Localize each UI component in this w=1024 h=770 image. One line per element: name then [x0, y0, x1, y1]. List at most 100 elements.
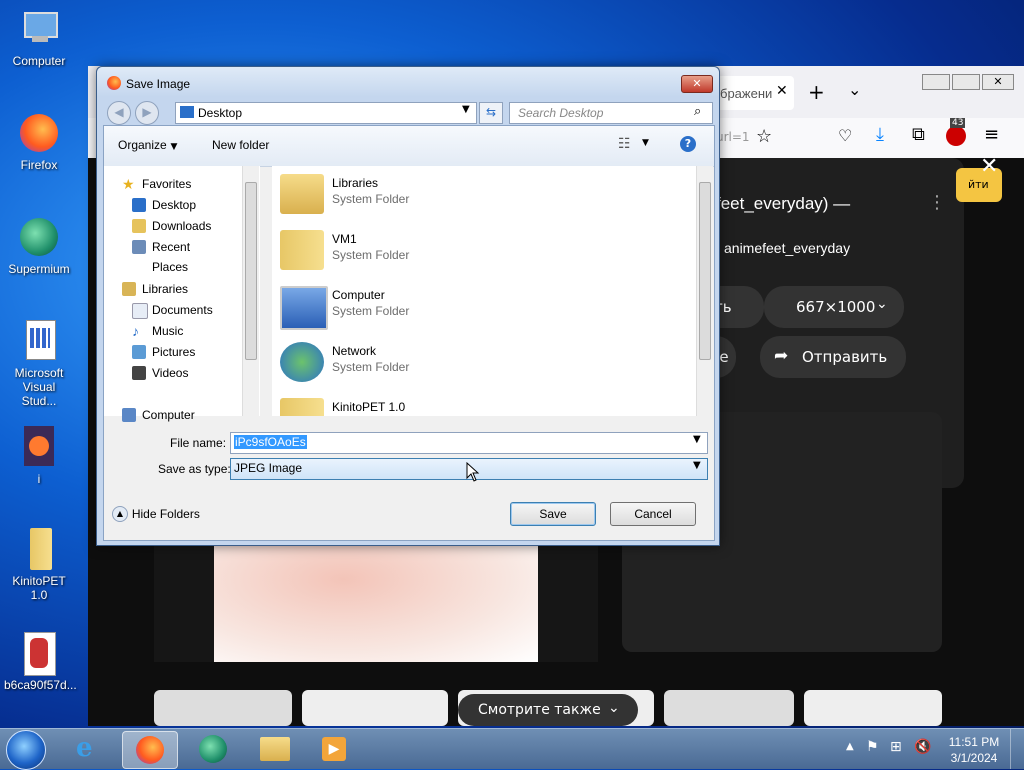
refresh-button[interactable]: ⇆ — [479, 102, 503, 124]
close-viewer-icon[interactable]: ✕ — [980, 154, 998, 179]
see-also-button[interactable]: Смотрите также ⌄ — [458, 694, 638, 726]
media-player-icon: ▶ — [322, 737, 346, 761]
desktop-icon-kinitopet[interactable]: KinitoPET 1.0 — [4, 528, 74, 602]
share-button[interactable]: ➦ Отправить — [760, 336, 906, 378]
action-center-flag-icon[interactable]: ⚑ — [866, 739, 879, 755]
volume-muted-icon[interactable]: 🔇 — [914, 739, 931, 755]
desktop-icon — [180, 106, 194, 118]
save-image-dialog: Save Image ✕ ◀ ▶ Desktop ▼ ⇆ Search Desk… — [96, 66, 720, 546]
taskbar-media-player[interactable]: ▶ — [308, 731, 362, 767]
mouse-cursor-icon — [466, 462, 480, 482]
image-title: feet_everyday) — — [716, 194, 851, 213]
desktop-icon-firefox[interactable]: Firefox — [4, 112, 74, 172]
chevron-down-icon[interactable]: ▼ — [642, 138, 649, 148]
address-bar[interactable]: Desktop ▼ — [175, 102, 477, 124]
navigation-pane: ★ Favorites Desktop Downloads Recent Pla… — [104, 166, 260, 422]
dialog-body: Organize ▼ New folder ☷ ▼ ? ★ Favorites … — [103, 125, 715, 541]
file-item-kinitopet[interactable]: KinitoPET 1.0 — [272, 392, 672, 416]
show-desktop-button[interactable] — [1010, 729, 1024, 769]
dialog-title-bar[interactable]: Save Image ✕ — [97, 67, 719, 97]
search-box[interactable]: Search Desktop ⌕ — [509, 102, 713, 124]
command-bar: Organize ▼ New folder ☷ ▼ ? — [104, 126, 714, 167]
nav-buttons: ◀ ▶ — [107, 101, 159, 125]
desktop-icon — [132, 198, 146, 212]
file-item-network[interactable]: Network System Folder — [272, 336, 672, 388]
back-button[interactable]: ◀ — [107, 101, 131, 125]
desktop-icon-i[interactable]: i — [4, 426, 74, 486]
save-type-label: Save as type: — [158, 462, 231, 476]
hide-folders-toggle[interactable]: ▲ Hide Folders — [112, 506, 200, 522]
dialog-title: Save Image — [126, 77, 191, 91]
chevron-up-icon: ▲ — [112, 506, 128, 522]
thumbnail[interactable] — [804, 690, 942, 726]
browser-tab[interactable]: бражени ✕ — [716, 76, 794, 110]
start-button[interactable] — [6, 730, 46, 770]
recent-places-icon — [132, 240, 146, 254]
close-tab-icon[interactable]: ✕ — [776, 83, 788, 99]
maximize-button[interactable] — [952, 74, 980, 90]
thumbnail[interactable] — [154, 690, 292, 726]
help-icon[interactable]: ? — [680, 136, 696, 152]
download-icon[interactable]: ⤓ — [876, 124, 884, 145]
chevron-up-icon[interactable]: ▲ — [846, 741, 854, 752]
firefox-icon — [136, 736, 164, 764]
music-icon: ♪ — [132, 323, 139, 339]
dialog-close-button[interactable]: ✕ — [681, 75, 713, 93]
save-button[interactable]: Save — [510, 502, 596, 526]
thumbnail[interactable] — [664, 690, 794, 726]
taskbar-explorer[interactable] — [248, 731, 302, 767]
file-item-libraries[interactable]: Libraries System Folder — [272, 168, 672, 220]
forward-button[interactable]: ▶ — [135, 101, 159, 125]
size-dropdown[interactable]: 667×1000 ⌄ — [764, 286, 904, 328]
menu-icon[interactable]: ≡ — [984, 124, 999, 145]
firefox-icon — [107, 76, 121, 90]
bookmark-star-icon[interactable]: ☆ — [756, 126, 772, 147]
new-tab-icon[interactable]: + — [808, 80, 825, 104]
computer-icon — [18, 8, 60, 50]
close-window-button[interactable]: ✕ — [982, 74, 1014, 90]
thumbnail[interactable] — [302, 690, 448, 726]
new-folder-button[interactable]: New folder — [212, 138, 269, 152]
taskbar-ie[interactable]: e — [62, 731, 116, 767]
chevron-down-icon[interactable]: ⌄ — [848, 80, 861, 99]
file-item-computer[interactable]: Computer System Folder — [272, 280, 672, 332]
main-image — [214, 544, 538, 662]
chevron-down-icon: ⌄ — [608, 700, 620, 716]
desktop-icon-computer[interactable]: Computer — [4, 8, 74, 68]
libraries-icon — [122, 282, 136, 296]
chevron-down-icon[interactable]: ▼ — [693, 434, 701, 445]
supermium-icon — [199, 735, 227, 763]
clock[interactable]: 11:51 PM 3/1/2024 — [946, 734, 1002, 766]
nav-scrollbar[interactable] — [242, 166, 259, 416]
minimize-button[interactable] — [922, 74, 950, 90]
user-folder-icon — [280, 230, 324, 270]
star-icon: ★ — [122, 176, 135, 192]
network-tray-icon[interactable]: ⊞ — [890, 739, 902, 755]
extensions-icon[interactable]: ⧉ — [912, 124, 925, 145]
chevron-down-icon: ▼ — [170, 142, 178, 152]
taskbar: e ▶ ▲ ⚑ ⊞ 🔇 11:51 PM 3/1/2024 — [0, 728, 1024, 770]
chevron-down-icon[interactable]: ▼ — [462, 104, 470, 115]
file-list-scrollbar[interactable] — [696, 166, 713, 416]
cancel-button[interactable]: Cancel — [610, 502, 696, 526]
folder-icon — [18, 528, 60, 570]
more-options-icon[interactable]: ⋮ — [928, 192, 946, 213]
computer-icon — [280, 286, 328, 330]
taskbar-firefox[interactable] — [122, 731, 178, 769]
internet-explorer-icon: e — [76, 733, 93, 763]
chevron-down-icon: ⌄ — [876, 296, 888, 312]
ublock-icon[interactable]: 43 — [946, 118, 966, 146]
desktop-icon-visual-studio[interactable]: Microsoft Visual Stud... — [4, 320, 74, 408]
network-icon — [280, 342, 324, 382]
file-item-vm1[interactable]: VM1 System Folder — [272, 224, 672, 276]
desktop-icon-image-file[interactable]: b6ca90f57d... — [4, 632, 77, 692]
file-name-input[interactable]: iPc9sfOAoEs ▼ — [230, 432, 708, 454]
share-icon: ➦ — [774, 346, 789, 366]
desktop-icon-supermium[interactable]: Supermium — [4, 216, 74, 276]
view-options-icon[interactable]: ☷ — [618, 136, 631, 152]
pocket-icon[interactable]: ♡ — [838, 126, 852, 145]
organize-menu[interactable]: Organize ▼ — [118, 138, 177, 152]
pictures-icon — [132, 345, 146, 359]
file-name-label: File name: — [170, 436, 227, 450]
taskbar-supermium[interactable] — [186, 731, 240, 767]
